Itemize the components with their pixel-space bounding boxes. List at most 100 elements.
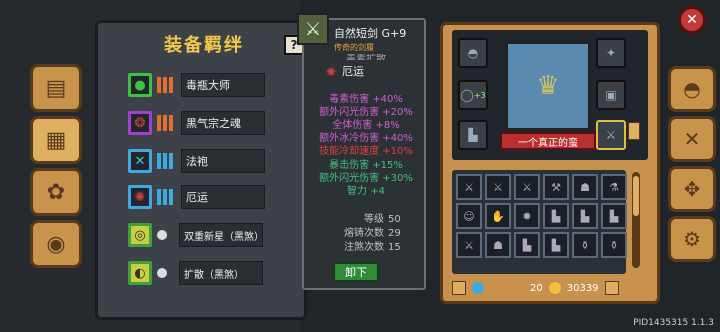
bond-label: 扩散（黑煞）	[179, 261, 263, 285]
dagger-icon: ⚔	[297, 13, 329, 45]
inventory-slot[interactable]: ⚔	[514, 174, 540, 200]
spiral-badge-icon	[157, 265, 171, 281]
inventory-slot[interactable]: ☗	[572, 174, 598, 200]
inventory-slot[interactable]: ⚒	[543, 174, 569, 200]
slot-arrow-icon[interactable]	[628, 122, 640, 140]
level-value: 50	[388, 214, 401, 225]
bond-label: 毒瓶大师	[181, 73, 265, 97]
doom-icon: ✺	[325, 65, 337, 79]
bond-label: 黑气宗之魂	[181, 111, 265, 135]
inventory-slot[interactable]: ✋	[485, 203, 511, 229]
armor-icon: ▣	[605, 88, 617, 102]
bond-row[interactable]: ✺ 厄运	[128, 183, 278, 211]
inventory-slot[interactable]: ▙	[601, 203, 627, 229]
bond-panel-title: 装备羁绊	[164, 35, 244, 56]
stat-line: 毒素伤害 +40%	[329, 94, 403, 105]
inventory-slot[interactable]: ▙	[514, 232, 540, 258]
helmet-tab[interactable]: ◓	[668, 66, 716, 112]
helmet-icon: ◓	[467, 46, 479, 60]
ring-icon: ◯	[460, 88, 474, 102]
close-icon: ✕	[686, 12, 698, 28]
bond-level-bar	[157, 115, 173, 131]
character-icon: ♛	[536, 71, 560, 101]
scrollbar-thumb[interactable]	[633, 176, 639, 216]
bond-label: 双重新星（黑煞）	[179, 223, 264, 247]
spiral-badge-icon	[157, 227, 171, 243]
inventory-slot[interactable]: ▙	[543, 203, 569, 229]
character-portrait: ♛	[506, 42, 590, 130]
stat-line: 技能冷却速度 +10%	[319, 146, 413, 157]
gold-coin-icon	[548, 282, 561, 294]
doom-icon: ✺	[128, 185, 152, 209]
inventory-slot[interactable]: ☗	[485, 232, 511, 258]
lock-icon[interactable]	[452, 281, 466, 295]
weapon-slot[interactable]: ⚔	[596, 120, 626, 150]
shield-tab[interactable]: ◉	[30, 220, 82, 268]
shield-icon: ◉	[46, 231, 66, 257]
close-button[interactable]: ✕	[678, 6, 706, 34]
inventory-footer: 20 30339	[452, 279, 632, 297]
inventory-slots: ⚔ ⚔ ⚔ ⚒ ☗ ⚗ ☺ ✋ ✹ ▙ ▙ ▙ ⚔ ☗ ▙ ▙ ⚱ ⚱	[456, 174, 627, 258]
equipment-bond-tab[interactable]: ▦	[30, 116, 82, 164]
infuse-count-label: 注煞次数	[344, 242, 384, 253]
bond-level-bar	[157, 153, 173, 169]
forge-count-label: 熔铸次数	[344, 228, 384, 239]
helmet-slot[interactable]: ◓	[458, 38, 488, 68]
spread-icon: ◐	[128, 261, 152, 285]
stat-line: 智力 +4	[347, 186, 385, 197]
gold-count: 30339	[566, 282, 599, 294]
armor-slot[interactable]: ▣	[596, 80, 626, 110]
inventory-slot[interactable]: ⚱	[572, 232, 598, 258]
inventory-slot[interactable]: ⚔	[485, 174, 511, 200]
inventory-slot[interactable]: ⚱	[601, 232, 627, 258]
bond-level-bar	[157, 189, 173, 205]
poison-flask-icon: ●	[128, 73, 152, 97]
bond-panel: 装备羁绊 ? ● 毒瓶大师 ❂ 黑气宗之魂 ✕ 法袍 ✺ 厄运 ◎ 双重新星（黑…	[95, 20, 307, 320]
tools-tab[interactable]: ✕	[668, 116, 716, 162]
boots-slot[interactable]: ▙	[458, 120, 488, 150]
sort-icon[interactable]	[604, 281, 619, 295]
bond-row[interactable]: ● 毒瓶大师	[128, 71, 278, 99]
boots-icon: ▙	[468, 128, 478, 142]
chest-icon: ▦	[45, 127, 67, 153]
group-tab[interactable]: ✿	[30, 168, 82, 216]
stat-line: 额外冰冷伤害 +40%	[319, 133, 413, 144]
compass-icon: ✥	[683, 177, 701, 201]
bond-row[interactable]: ◎ 双重新星（黑煞）	[128, 221, 278, 249]
stat-line: 额外闪光伤害 +20%	[319, 107, 413, 118]
inventory-slot[interactable]: ✹	[514, 203, 540, 229]
cluster-icon: ✿	[46, 179, 66, 205]
bond-level-bar	[157, 77, 173, 93]
character-name: 一个真正的蛮	[500, 132, 596, 150]
ring-slot[interactable]: ◯ +3	[458, 80, 488, 110]
gear-icon: ⚙	[683, 227, 701, 251]
unequip-button[interactable]: 卸下	[333, 262, 379, 282]
book-tab[interactable]: ▤	[30, 64, 82, 112]
slot-badge: +3	[473, 90, 486, 100]
bond-row[interactable]: ◐ 扩散（黑煞）	[128, 259, 278, 287]
stat-line: 全体伤害 +8%	[332, 120, 400, 131]
level-label: 等级	[364, 214, 384, 225]
item-tooltip: 自然短剑 G+9 传奇的剑履 毒素扩散 ✺ 厄运 毒素伤害 +40% 额外闪光伤…	[302, 18, 426, 290]
gem-count: 20	[530, 282, 543, 294]
compass-tab[interactable]: ✥	[668, 166, 716, 212]
settings-tab[interactable]: ⚙	[668, 216, 716, 262]
inventory-slot[interactable]: ⚔	[456, 232, 482, 258]
inventory-slot[interactable]: ☺	[456, 203, 482, 229]
inventory-slot[interactable]: ⚔	[456, 174, 482, 200]
dagger-icon: ⚔	[605, 128, 617, 142]
inventory-slot[interactable]: ▙	[572, 203, 598, 229]
bond-row[interactable]: ✕ 法袍	[128, 147, 278, 175]
player-id-version: PID1435315 1.1.3	[633, 318, 714, 328]
inventory-slot[interactable]: ▙	[543, 232, 569, 258]
inventory-slot[interactable]: ⚗	[601, 174, 627, 200]
bond-label: 法袍	[181, 149, 265, 173]
stat-line: 暴击伤害 +15%	[329, 160, 403, 171]
item-cut-line: 毒素扩散	[346, 54, 386, 60]
bond-row[interactable]: ❂ 黑气宗之魂	[128, 109, 278, 137]
gem-icon	[472, 282, 484, 294]
amulet-slot[interactable]: ✦	[596, 38, 626, 68]
amulet-icon: ✦	[605, 46, 617, 60]
stat-line: 额外闪光伤害 +30%	[319, 173, 413, 184]
robe-icon: ✕	[128, 149, 152, 173]
